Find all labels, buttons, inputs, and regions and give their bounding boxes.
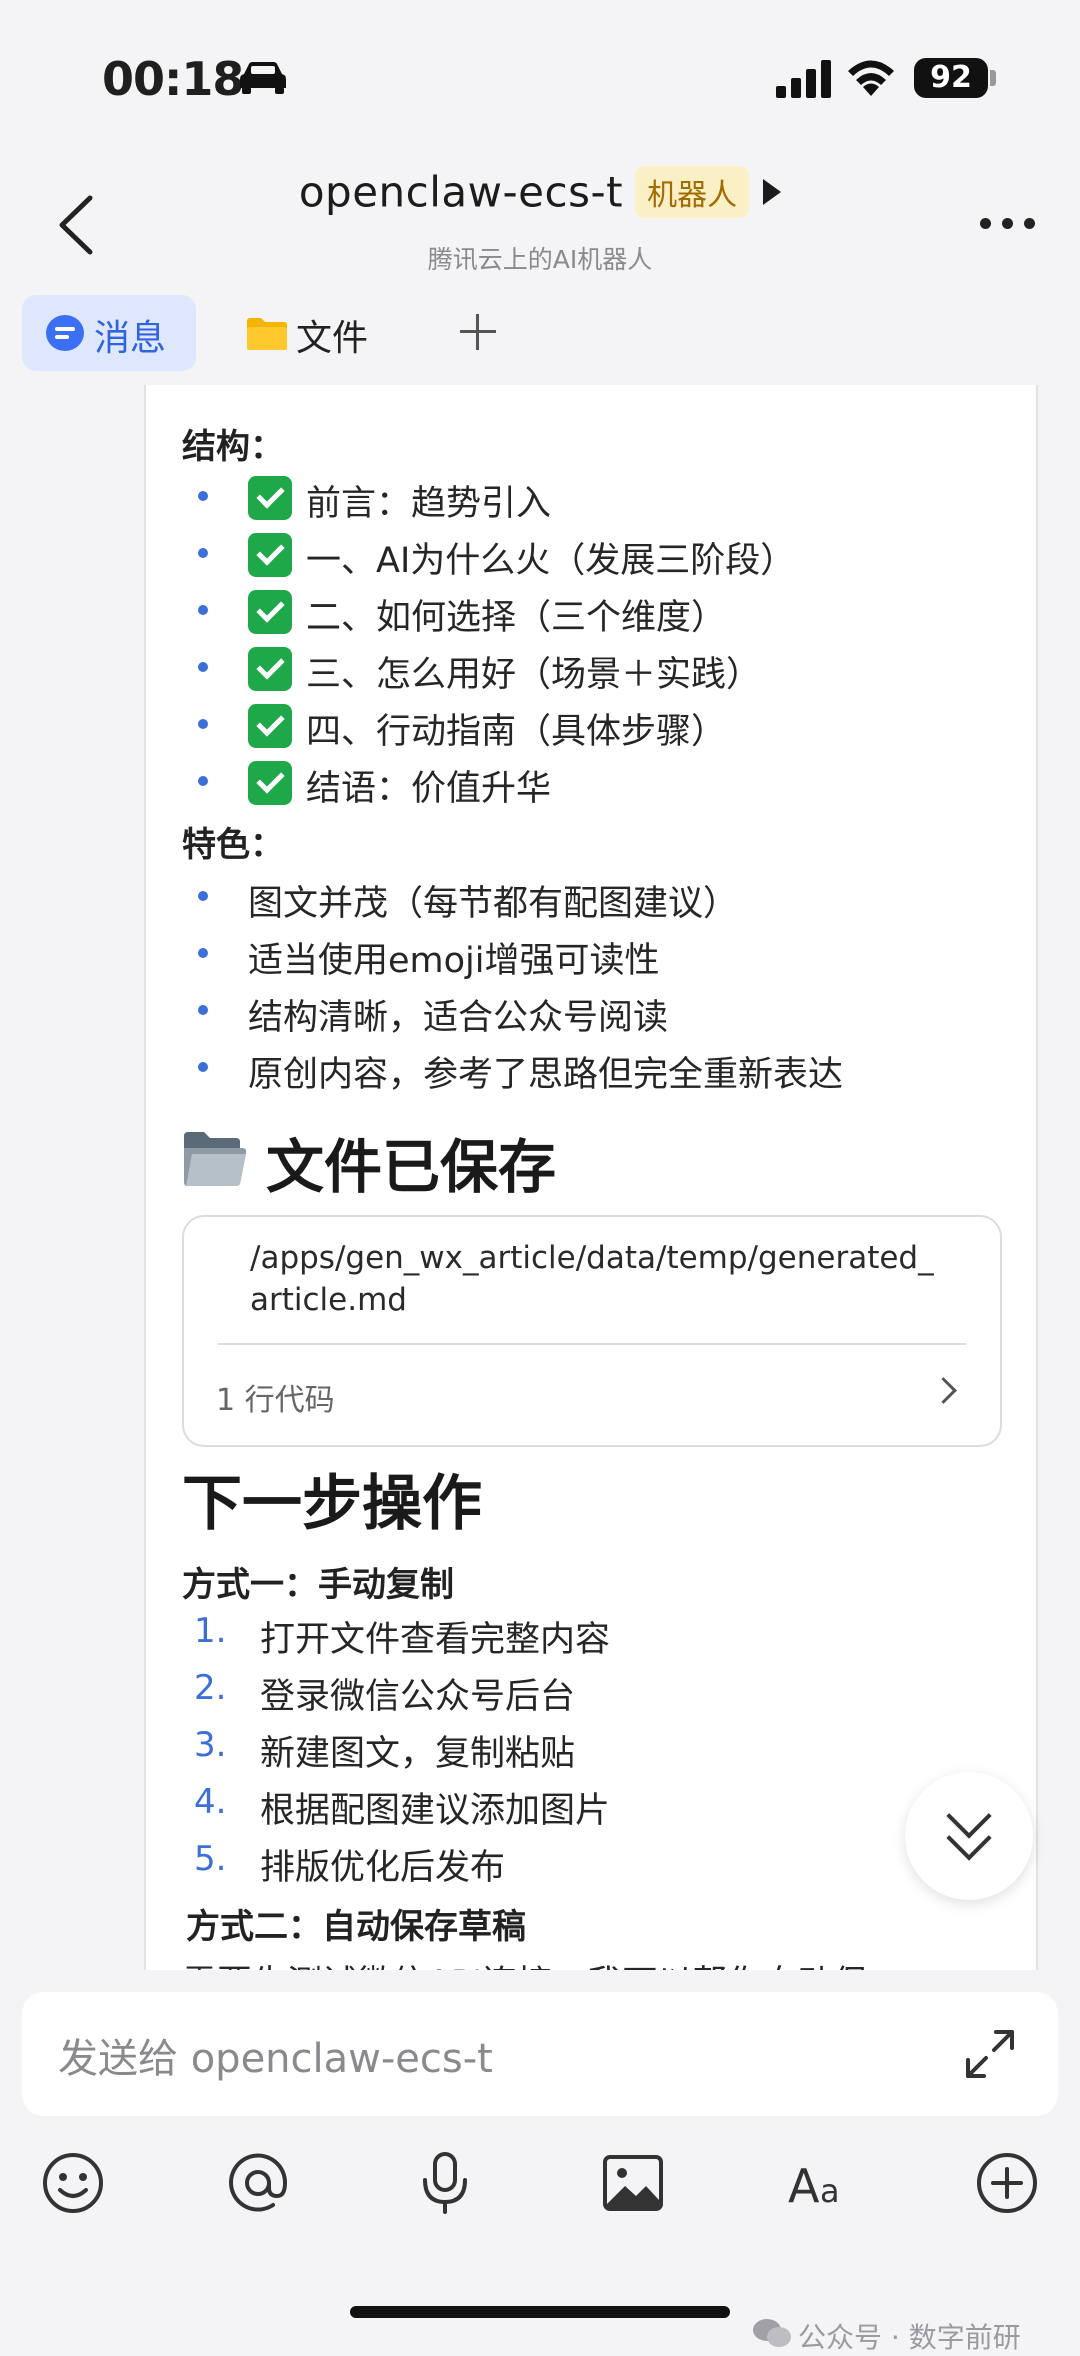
bullet — [198, 1005, 208, 1015]
dot — [980, 218, 991, 229]
message-card: 结构： 前言：趋势引入 一、AI为什么火（发展三阶段） 二、如何选择（三个维度）… — [144, 385, 1038, 1970]
structure-item-text: 结语：价值升华 — [306, 769, 552, 809]
tab-messages[interactable]: 消息 — [22, 295, 196, 371]
mention-icon[interactable] — [223, 2148, 293, 2218]
check-mark-icon — [248, 476, 292, 520]
chat-title: openclaw-ecs-t — [298, 167, 624, 217]
tab-messages-label: 消息 — [94, 318, 167, 359]
method2-text: 需要先测试微信API连接，我可以帮你自动保 — [182, 1955, 867, 1970]
wifi-icon — [848, 60, 894, 96]
bullet — [198, 719, 208, 729]
method1-label: 方式一：手动复制 — [182, 1565, 454, 1605]
step-text: 排版优化后发布 — [260, 1848, 506, 1888]
bullet — [198, 662, 208, 672]
check-mark-icon — [248, 761, 292, 805]
svg-text:A: A — [788, 2159, 820, 2213]
composer-bar: 发送给 openclaw-ecs-t A a — [0, 1970, 1080, 2341]
status-time: 00:18 — [102, 52, 244, 106]
structure-item-text: 二、如何选择（三个维度） — [306, 598, 727, 638]
bullet — [198, 548, 208, 558]
svg-text:a: a — [820, 2172, 840, 2210]
expand-icon[interactable] — [962, 2026, 1018, 2082]
play-icon — [763, 179, 782, 205]
emoji-icon[interactable] — [38, 2148, 108, 2218]
chevron-right-icon — [930, 1377, 957, 1404]
code-divider — [218, 1343, 966, 1345]
structure-item-text: 一、AI为什么火（发展三阶段） — [306, 541, 796, 581]
check-mark-icon — [248, 533, 292, 577]
file-saved-heading-text: 文件已保存 — [266, 1133, 557, 1201]
step-text: 根据配图建议添加图片 — [260, 1791, 611, 1831]
battery-indicator: 92 — [914, 58, 988, 98]
step-number: 5. — [194, 1839, 227, 1879]
battery-nub — [990, 70, 996, 86]
dot — [1024, 218, 1035, 229]
bullet — [198, 776, 208, 786]
step-text: 登录微信公众号后台 — [260, 1677, 576, 1717]
feature-item-text: 图文并茂（每节都有配图建议） — [248, 884, 739, 924]
code-block[interactable]: /apps/gen_wx_article/data/temp/generated… — [182, 1215, 1002, 1447]
features-label: 特色： — [182, 825, 284, 865]
bot-badge: 机器人 — [635, 166, 750, 218]
structure-label: 结构： — [182, 427, 284, 467]
message-input-placeholder: 发送给 openclaw-ecs-t — [58, 2036, 493, 2082]
code-line-count: 1 行代码 — [216, 1383, 335, 1418]
step-text: 新建图文，复制粘贴 — [260, 1734, 576, 1774]
wechat-logo-icon — [753, 2319, 791, 2347]
step-number: 3. — [194, 1725, 227, 1765]
car-icon — [240, 62, 286, 94]
step-number: 1. — [194, 1611, 227, 1651]
check-mark-icon — [248, 704, 292, 748]
bullet — [198, 891, 208, 901]
step-text: 打开文件查看完整内容 — [260, 1620, 611, 1660]
bullet — [198, 605, 208, 615]
structure-item-text: 四、行动指南（具体步骤） — [306, 712, 727, 752]
scroll-to-bottom-button[interactable] — [905, 1772, 1033, 1900]
image-icon[interactable] — [598, 2148, 668, 2218]
message-input[interactable]: 发送给 openclaw-ecs-t — [22, 1992, 1058, 2116]
chat-subtitle: 腾讯云上的AI机器人 — [427, 245, 653, 274]
folder-icon — [247, 318, 287, 350]
method2-label: 方式二：自动保存草稿 — [186, 1907, 526, 1947]
add-tab-button[interactable] — [454, 308, 502, 356]
home-indicator — [350, 2306, 730, 2318]
open-folder-icon — [184, 1132, 247, 1186]
signal-icon — [776, 60, 831, 98]
feature-item-text: 原创内容，参考了思路但完全重新表达 — [248, 1055, 844, 1095]
status-bar: 00:18 92 — [0, 0, 1080, 150]
bullet — [198, 948, 208, 958]
check-mark-icon — [248, 590, 292, 634]
feature-item-text: 结构清晰，适合公众号阅读 — [248, 998, 669, 1038]
tab-files[interactable]: 文件 — [244, 295, 414, 371]
code-path: /apps/gen_wx_article/data/temp/generated… — [250, 1240, 934, 1318]
add-more-icon[interactable] — [972, 2148, 1042, 2218]
message-icon — [46, 315, 84, 351]
structure-item-text: 三、怎么用好（场景＋实践） — [306, 655, 762, 695]
step-number: 2. — [194, 1668, 227, 1708]
step-number: 4. — [194, 1782, 227, 1822]
chat-title-row[interactable]: openclaw-ecs-t 机器人 — [0, 166, 1080, 218]
structure-item-text: 前言：趋势引入 — [306, 484, 552, 524]
microphone-icon[interactable] — [410, 2148, 480, 2218]
check-mark-icon — [248, 647, 292, 691]
tab-files-label: 文件 — [296, 318, 369, 359]
text-format-icon[interactable]: A a — [786, 2148, 856, 2218]
feature-item-text: 适当使用emoji增强可读性 — [248, 941, 660, 981]
bullet — [198, 491, 208, 501]
dot — [1002, 218, 1013, 229]
more-options-button[interactable] — [980, 212, 1044, 232]
next-steps-heading: 下一步操作 — [182, 1469, 482, 1539]
watermark: 公众号 · 数字前研 — [798, 2321, 1021, 2354]
bullet — [198, 1062, 208, 1072]
